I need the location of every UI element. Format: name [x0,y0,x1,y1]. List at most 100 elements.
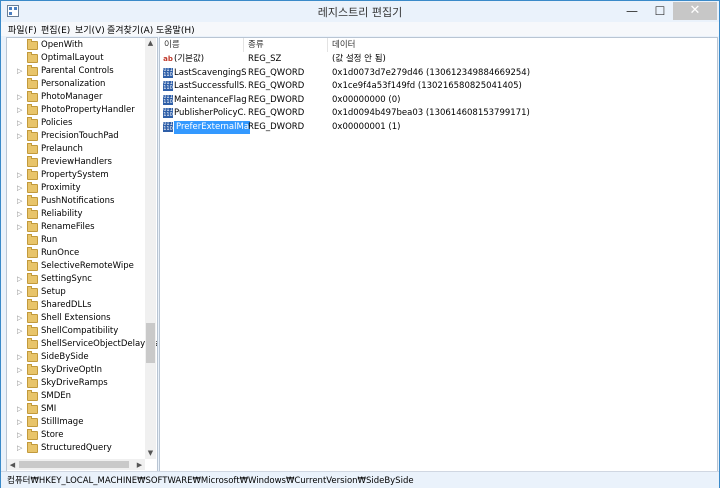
scroll-up-icon[interactable]: ▲ [145,38,156,48]
expand-arrow-icon[interactable]: ▷ [17,104,22,117]
expand-arrow-icon[interactable]: ▷ [17,130,22,143]
tree-item[interactable]: ▷ ShellCompatibility [7,325,145,338]
tree-item[interactable]: ▷ PrecisionTouchPad [7,130,145,143]
tree-item[interactable]: ▷ Setup [7,286,145,299]
expand-arrow-icon[interactable]: ▷ [17,286,22,299]
expand-arrow-icon[interactable]: ▷ [17,91,22,104]
scroll-right-icon[interactable]: ▶ [134,460,145,470]
close-button[interactable]: ✕ [673,2,717,20]
menu-help[interactable]: 도움말(H) [156,23,195,36]
menu-edit[interactable]: 편집(E) [41,23,70,36]
value-row[interactable]: 011 110 PublisherPolicyC... REG_QWORD 0x1d0… [160,107,716,120]
tree-item[interactable]: SharedDLLs [7,299,145,312]
tree-horizontal-scroll-thumb[interactable] [19,461,129,468]
scroll-left-icon[interactable]: ◀ [7,460,18,470]
value-row[interactable]: ab (기본값) REG_SZ (값 설정 안 됨) [160,53,716,66]
tree-horizontal-scrollbar[interactable]: ◀ ▶ [7,459,145,470]
folder-icon [27,273,38,284]
expand-arrow-icon[interactable]: ▷ [17,416,22,429]
tree-item[interactable]: ▷ SideBySide [7,351,145,364]
tree-item[interactable]: OptimalLayout [7,52,145,65]
tree-item[interactable]: ▷ Parental Controls [7,65,145,78]
scroll-down-icon[interactable]: ▼ [145,448,156,458]
tree-item[interactable]: ▷ Proximity [7,182,145,195]
expand-arrow-icon[interactable]: ▷ [17,429,22,442]
expand-arrow-icon[interactable]: ▷ [17,273,22,286]
tree-item[interactable]: ▷ Store [7,429,145,442]
binary-value-icon: 011 110 [163,120,173,132]
expand-arrow-icon[interactable]: ▷ [17,351,22,364]
tree-item[interactable]: ShellServiceObjectDelayLoa [7,338,157,351]
value-row[interactable]: 011 110 LastSuccessfullS... REG_QWORD 0x1ce… [160,80,716,93]
value-row[interactable]: 011 110 MaintenanceFlags REG_DWORD 0x000000… [160,94,716,107]
value-row[interactable]: 011 110 PreferExternalMa... REG_DWORD 0x000… [160,120,716,134]
tree-item[interactable]: Run [7,234,145,247]
expand-arrow-icon[interactable]: ▷ [17,364,22,377]
folder-icon [27,247,38,258]
tree-item[interactable]: ▷ Reliability [7,208,145,221]
tree-item-label: SideBySide [41,352,89,362]
menu-favorites[interactable]: 즐겨찾기(A) [107,23,153,36]
tree-item[interactable]: ▷ PhotoPropertyHandler [7,104,145,117]
tree-item[interactable]: ▷ SMI [7,403,145,416]
expand-arrow-icon[interactable]: ▷ [17,377,22,390]
menu-view[interactable]: 보기(V) [75,23,105,36]
tree-item[interactable]: Prelaunch [7,143,145,156]
expand-arrow-icon[interactable]: ▷ [17,65,22,78]
tree-item-label: PushNotifications [41,196,115,206]
column-header-data[interactable]: 데이터 [328,38,716,52]
tree-item[interactable]: ▷ StructuredQuery [7,442,145,455]
tree-item[interactable]: ▷ PushNotifications [7,195,145,208]
tree-item-label: ShellServiceObjectDelayLoa [41,339,158,349]
expand-arrow-icon[interactable]: ▷ [17,325,22,338]
expand-arrow-icon[interactable]: ▷ [17,403,22,416]
minimize-button[interactable]: — [619,2,645,20]
tree-item[interactable]: ▷ PropertySystem [7,169,145,182]
status-bar: 컴퓨터₩HKEY_LOCAL_MACHINE₩SOFTWARE₩Microsof… [1,471,719,488]
registry-editor-window: 레지스트리 편집기 — ☐ ✕ 파일(F) 편집(E) 보기(V) 즐겨찾기(A… [0,0,720,488]
tree-item[interactable]: SelectiveRemoteWipe [7,260,145,273]
tree-item[interactable]: OpenWith [7,39,145,52]
tree-item-label: Reliability [41,209,83,219]
tree-item[interactable]: SMDEn [7,390,145,403]
folder-icon [27,143,38,154]
tree-item-label: SMDEn [41,391,72,401]
key-tree-pane[interactable]: OpenWith OptimalLayout ▷ Parental Controls P… [6,37,158,472]
expand-arrow-icon[interactable]: ▷ [17,221,22,234]
expand-arrow-icon[interactable]: ▷ [17,208,22,221]
folder-icon [27,351,38,362]
tree-item[interactable]: ▷ PhotoManager [7,91,145,104]
value-row[interactable]: 011 110LastScavengingS...REG_QWORD 0x1d00… [160,67,716,80]
folder-icon [27,195,38,206]
menu-bar: 파일(F) 편집(E) 보기(V) 즐겨찾기(A) 도움말(H) [1,22,719,36]
tree-item[interactable]: ▷ SettingSync [7,273,145,286]
tree-item[interactable]: PreviewHandlers [7,156,145,169]
title-bar[interactable]: 레지스트리 편집기 — ☐ ✕ [1,1,719,22]
tree-item[interactable]: ▷ SkyDriveRamps [7,377,145,390]
expand-arrow-icon[interactable]: ▷ [17,195,22,208]
expand-arrow-icon[interactable]: ▷ [17,312,22,325]
tree-item[interactable]: ▷ Shell Extensions [7,312,145,325]
tree-item[interactable]: ▷ Policies [7,117,145,130]
expand-arrow-icon[interactable]: ▷ [17,182,22,195]
tree-vertical-scroll-thumb[interactable] [146,323,155,363]
expand-arrow-icon[interactable]: ▷ [17,169,22,182]
expand-arrow-icon[interactable]: ▷ [17,117,22,130]
tree-item[interactable]: Personalization [7,78,145,91]
values-list-pane[interactable]: 이름 종류 데이터 ab (기본값) REG_SZ (값 설정 안 됨) 011 110… [159,37,718,472]
tree-item[interactable]: ▷ SkyDriveOptIn [7,364,145,377]
maximize-button[interactable]: ☐ [647,2,673,20]
tree-item-label: StructuredQuery [41,443,112,453]
folder-icon [27,234,38,245]
column-header-type[interactable]: 종류 [244,38,328,52]
tree-item[interactable]: ▷ StillImage [7,416,145,429]
folder-icon [27,403,38,414]
expand-arrow-icon[interactable]: ▷ [17,442,22,455]
tree-item-label: PhotoPropertyHandler [41,105,135,115]
column-header-name[interactable]: 이름 [160,38,244,52]
tree-vertical-scrollbar[interactable]: ▲ ▼ [145,38,156,459]
menu-file[interactable]: 파일(F) [8,23,37,36]
folder-icon [27,78,38,89]
tree-item[interactable]: RunOnce [7,247,145,260]
tree-item[interactable]: ▷ RenameFiles [7,221,145,234]
